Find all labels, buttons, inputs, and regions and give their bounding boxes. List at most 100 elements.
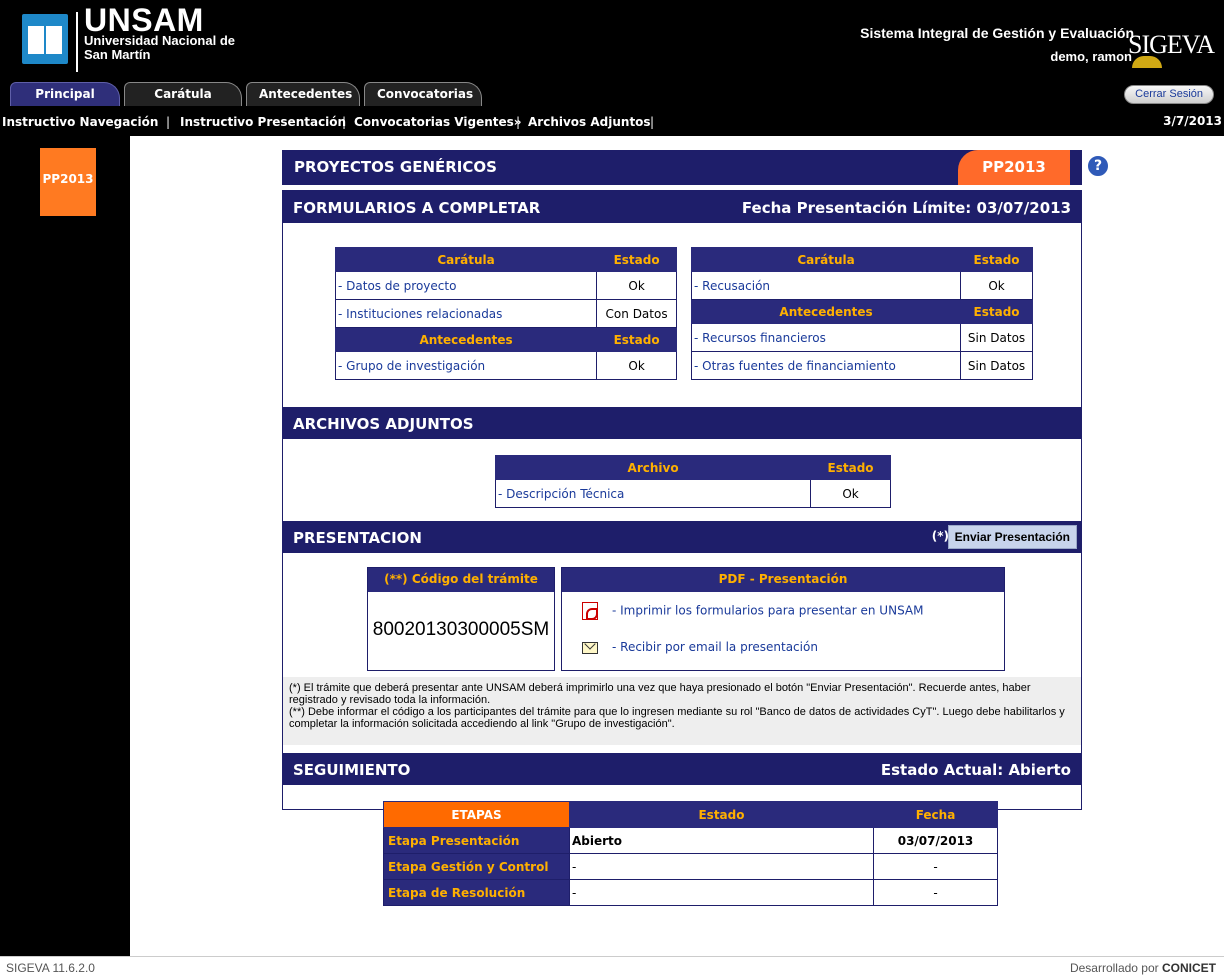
nav-separator: | (650, 115, 655, 129)
pdf-icon (582, 602, 598, 620)
attachment-status: Ok (810, 479, 891, 508)
current-date: 3/7/2013 (1163, 114, 1222, 128)
conicet-logo: CONICET (1162, 961, 1216, 975)
sidebar-convocatoria-badge[interactable]: PP2013 (40, 148, 96, 216)
current-state: Estado Actual: Abierto (881, 761, 1071, 779)
nav-separator: | (516, 115, 521, 129)
column-header: Estado (569, 801, 874, 828)
stage-name: Etapa Presentación (383, 827, 570, 854)
column-header: Antecedentes (334, 327, 598, 352)
form-status: Sin Datos (960, 323, 1033, 352)
table-row: - Recursos financieros Sin Datos (690, 323, 1033, 352)
note-1: (*) El trámite que deberá presentar ante… (289, 682, 1031, 706)
code-header: (**) Código del trámite (368, 568, 554, 592)
presentation-notes: (*) El trámite que deberá presentar ante… (283, 677, 1081, 745)
help-icon[interactable]: ? (1086, 154, 1110, 178)
developed-prefix: Desarrollado por (1069, 961, 1159, 975)
submit-note-marker: (*) (931, 529, 949, 543)
link-instructivo-presentacion[interactable]: Instructivo Presentación (180, 115, 346, 129)
form-link-instituciones[interactable]: - Instituciones relacionadas (338, 307, 502, 321)
table-row: - Grupo de investigación Ok (334, 351, 677, 380)
stage-date: 03/07/2013 (873, 827, 998, 854)
table-row: - Descripción Técnica Ok (494, 479, 891, 508)
tab-principal[interactable]: Principal (10, 82, 120, 106)
print-row: - Imprimir los formularios para presenta… (582, 602, 923, 620)
print-forms-link[interactable]: - Imprimir los formularios para presenta… (612, 604, 923, 618)
current-state-label: Estado Actual: (880, 761, 1004, 779)
email-row: - Recibir por email la presentación (582, 640, 818, 654)
current-state-value: Abierto (1008, 761, 1071, 779)
deadline: Fecha Presentación Límite: 03/07/2013 (742, 199, 1071, 217)
stage-date: - (873, 853, 998, 880)
sigeva-logo: SIGEVA (1128, 30, 1215, 68)
form-link-recusacion[interactable]: - Recusación (694, 279, 770, 293)
column-header: Antecedentes (690, 299, 962, 324)
page-header: PROYECTOS GENÉRICOS PP2013 (282, 150, 1082, 185)
email-presentation-link[interactable]: - Recibir por email la presentación (612, 640, 818, 654)
form-link-grupo-investigacion[interactable]: - Grupo de investigación (338, 359, 485, 373)
form-panel: FORMULARIOS A COMPLETAR Fecha Presentaci… (282, 190, 1082, 906)
stage-date: - (873, 879, 998, 906)
form-status: Ok (596, 351, 677, 380)
table-row: - Otras fuentes de financiamiento Sin Da… (690, 351, 1033, 380)
tab-caratula[interactable]: Carátula (124, 82, 242, 106)
logout-button[interactable]: Cerrar Sesión (1124, 85, 1214, 104)
column-header: Estado (596, 247, 677, 272)
forms-table-left: Carátula Estado - Datos de proyecto Ok -… (334, 247, 677, 380)
stage-status: Abierto (569, 827, 874, 854)
page-title: PROYECTOS GENÉRICOS (294, 158, 497, 176)
app-version: SIGEVA 11.6.2.0 (6, 961, 95, 975)
tab-convocatorias[interactable]: Convocatorias (364, 82, 482, 106)
form-status: Sin Datos (960, 351, 1033, 380)
column-header: Estado (960, 247, 1033, 272)
form-status: Con Datos (596, 299, 677, 328)
sidebar: PP2013 (0, 136, 130, 956)
table-row: Etapa Presentación Abierto 03/07/2013 (383, 827, 998, 854)
logo-divider (76, 12, 78, 72)
nav-separator: | (166, 115, 171, 129)
forms-table-right: Carátula Estado - Recusación Ok Antecede… (690, 247, 1033, 380)
column-header: Carátula (690, 247, 962, 272)
app-header: UNSAM Universidad Nacional de San Martín… (0, 0, 1224, 82)
pdf-header: PDF - Presentación (562, 568, 1004, 592)
deadline-value: 03/07/2013 (976, 199, 1071, 217)
page-badge: PP2013 (958, 150, 1070, 185)
university-name: UNSAM Universidad Nacional de San Martín (84, 2, 235, 62)
form-link-recursos-financieros[interactable]: - Recursos financieros (694, 331, 826, 345)
table-row: - Instituciones relacionadas Con Datos (334, 299, 677, 328)
section-title: ARCHIVOS ADJUNTOS (293, 415, 474, 433)
submit-presentation-button[interactable]: Enviar Presentación (947, 525, 1077, 549)
section-title: PRESENTACION (293, 529, 422, 547)
unsam-logo-icon (22, 14, 68, 64)
stage-status: - (569, 853, 874, 880)
link-archivos-adjuntos[interactable]: Archivos Adjuntos (528, 115, 651, 129)
section-title: SEGUIMIENTO (293, 761, 411, 779)
link-convocatorias-vigentes[interactable]: Convocatorias Vigentes» (354, 115, 522, 129)
section-title: FORMULARIOS A COMPLETAR (293, 199, 541, 217)
section-formularios: FORMULARIOS A COMPLETAR Fecha Presentaci… (283, 191, 1081, 223)
attachment-link-descripcion-tecnica[interactable]: - Descripción Técnica (498, 487, 624, 501)
stage-name: Etapa Gestión y Control (383, 853, 570, 880)
column-header: Estado (810, 455, 891, 480)
stage-status: - (569, 879, 874, 906)
column-header: Carátula (334, 247, 598, 272)
tramite-code-box: (**) Código del trámite 80020130300005SM (367, 567, 555, 671)
link-instructivo-navegacion[interactable]: Instructivo Navegación (2, 115, 158, 129)
table-row: - Recusación Ok (690, 271, 1033, 300)
stage-name: Etapa de Resolución (383, 879, 570, 906)
table-row: Etapa de Resolución - - (383, 879, 998, 906)
stages-table: ETAPAS Estado Fecha Etapa Presentación A… (383, 801, 998, 906)
form-link-otras-fuentes[interactable]: - Otras fuentes de financiamiento (694, 359, 896, 373)
table-row: Etapa Gestión y Control - - (383, 853, 998, 880)
system-title: Sistema Integral de Gestión y Evaluación (860, 25, 1134, 41)
developed-by: Desarrollado por CONICET (1070, 961, 1216, 975)
form-status: Ok (596, 271, 677, 300)
attachments-table: Archivo Estado - Descripción Técnica Ok (494, 455, 891, 508)
university-short-name: UNSAM (84, 2, 204, 38)
nav-separator: | (342, 115, 347, 129)
column-header: Estado (596, 327, 677, 352)
section-seguimiento: SEGUIMIENTO Estado Actual: Abierto (283, 753, 1081, 785)
form-link-datos-proyecto[interactable]: - Datos de proyecto (338, 279, 456, 293)
tab-antecedentes[interactable]: Antecedentes (246, 82, 360, 106)
column-header: Estado (960, 299, 1033, 324)
